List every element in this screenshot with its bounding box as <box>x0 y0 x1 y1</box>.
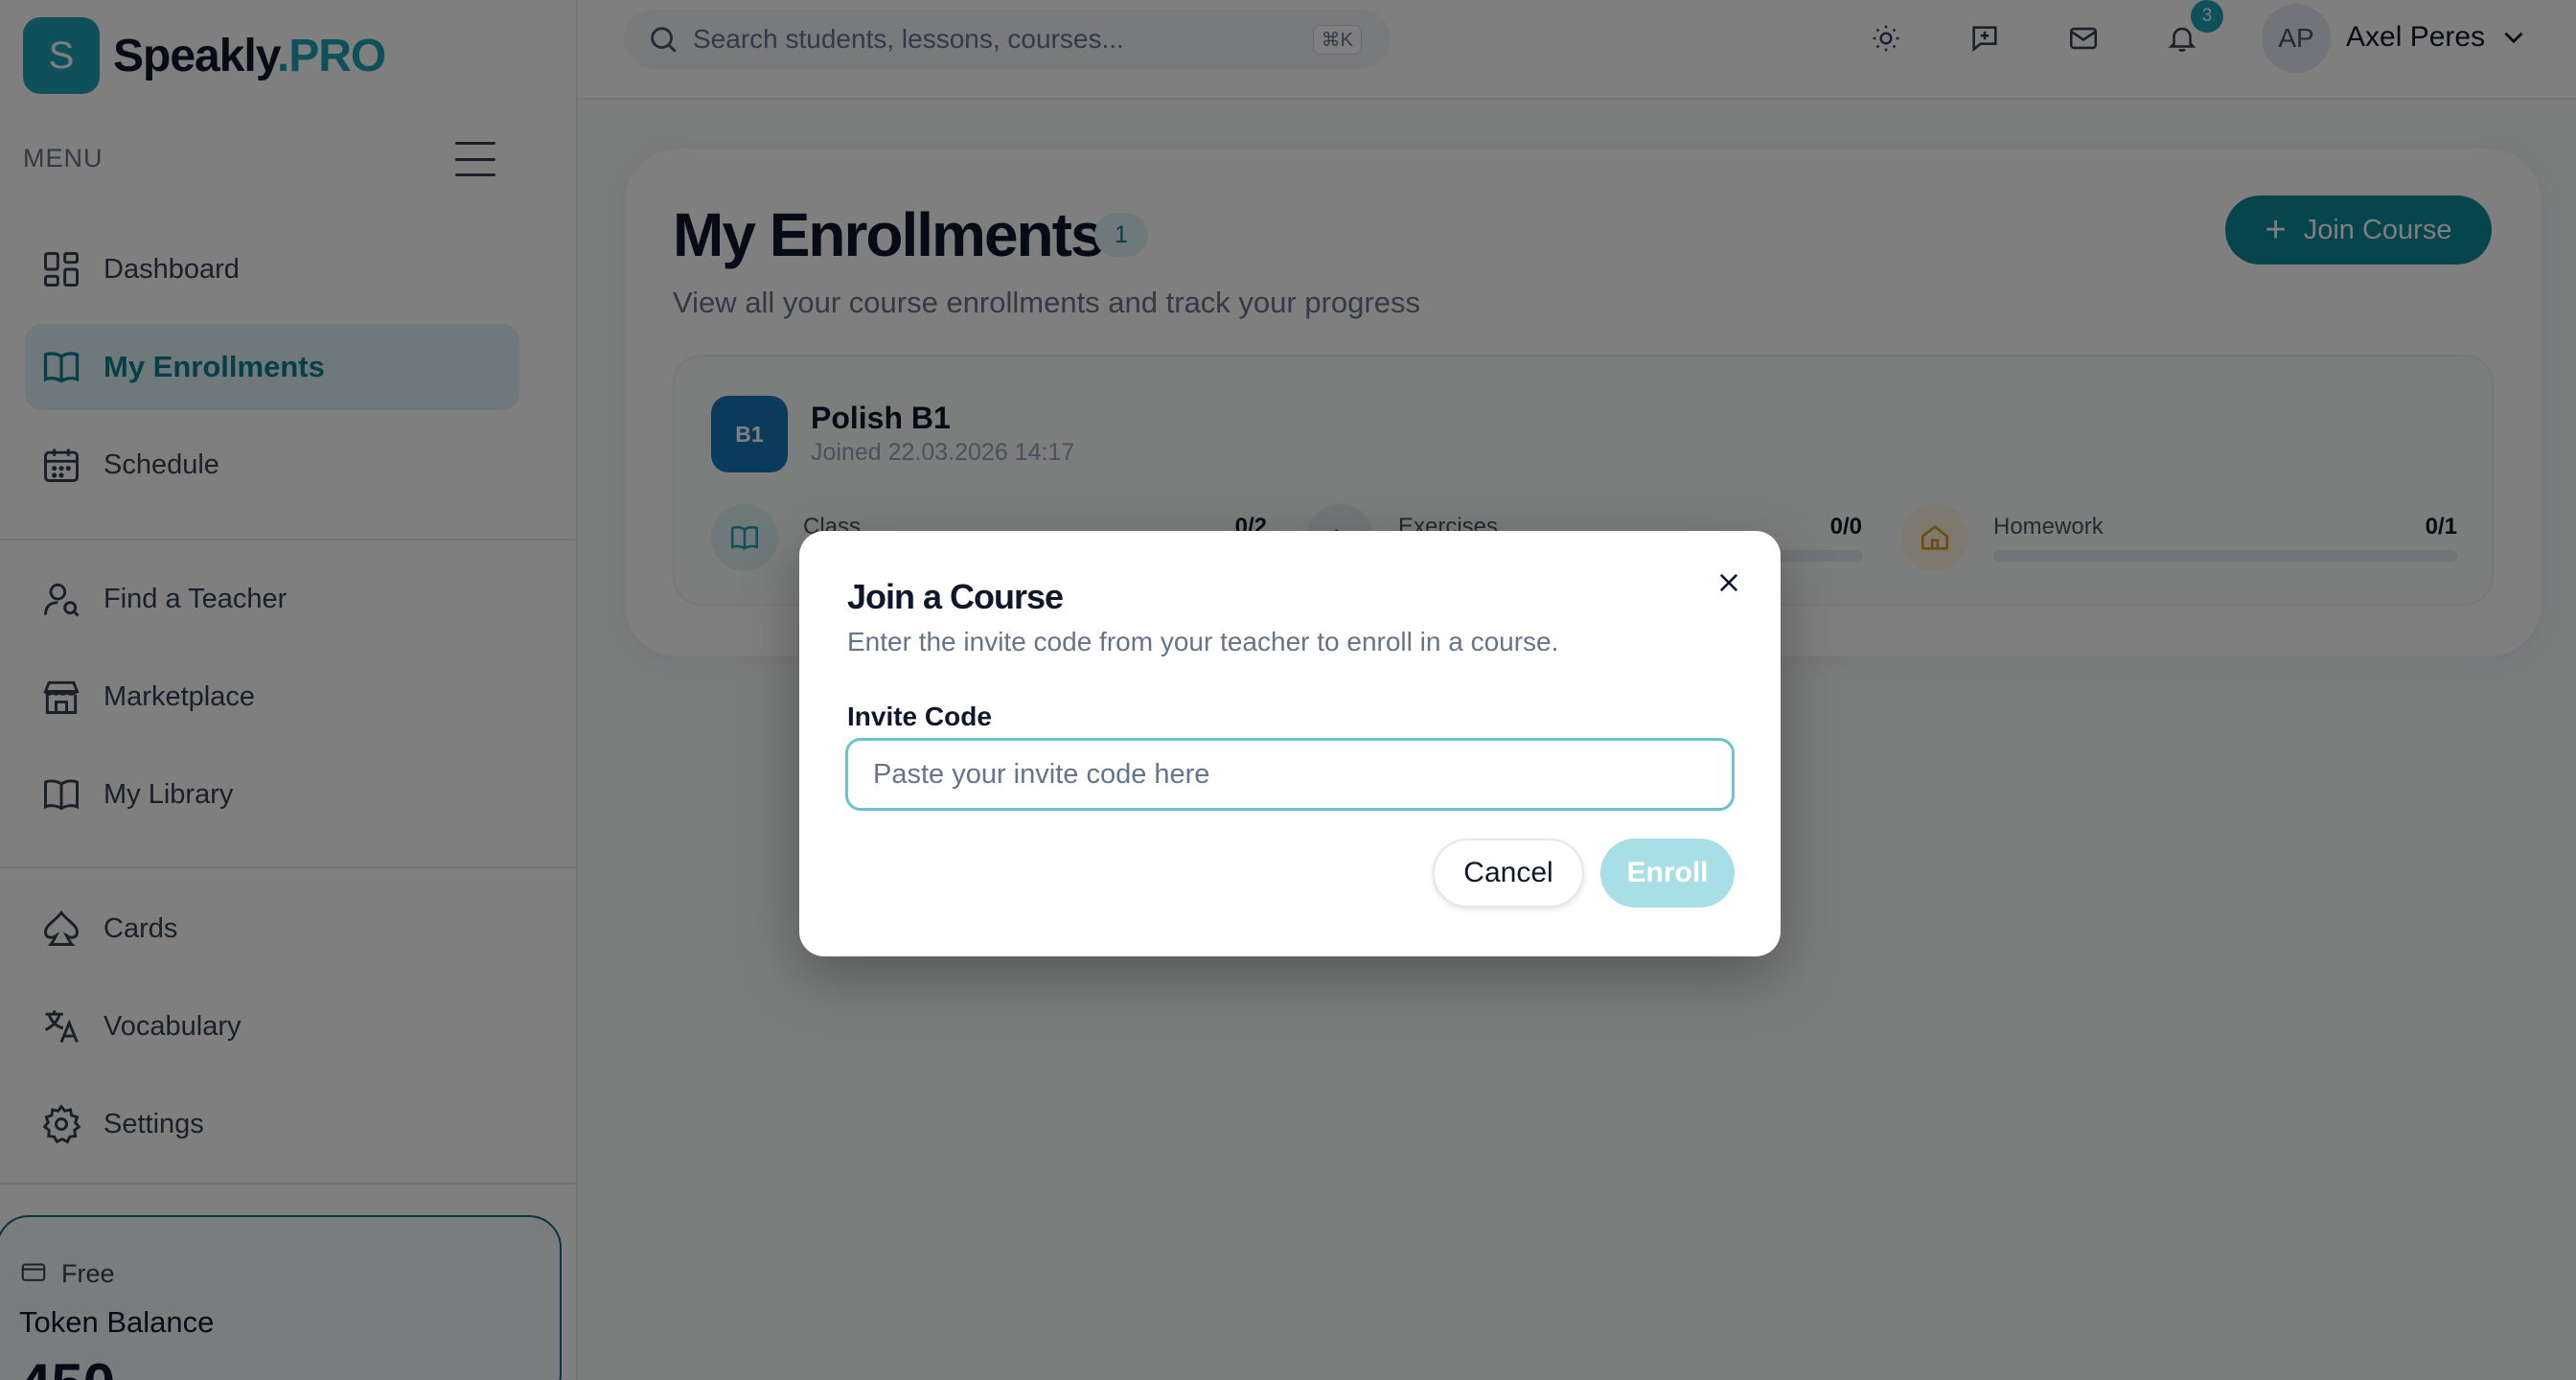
join-course-dialog: Join a Course Enter the invite code from… <box>799 531 1781 956</box>
enroll-button[interactable]: Enroll <box>1600 839 1735 908</box>
invite-code-label: Invite Code <box>847 702 992 731</box>
dialog-title: Join a Course <box>847 577 1064 616</box>
dialog-description: Enter the invite code from your teacher … <box>847 627 1559 656</box>
invite-code-input[interactable] <box>845 738 1735 811</box>
close-icon[interactable] <box>1712 565 1746 600</box>
cancel-button[interactable]: Cancel <box>1433 839 1584 908</box>
